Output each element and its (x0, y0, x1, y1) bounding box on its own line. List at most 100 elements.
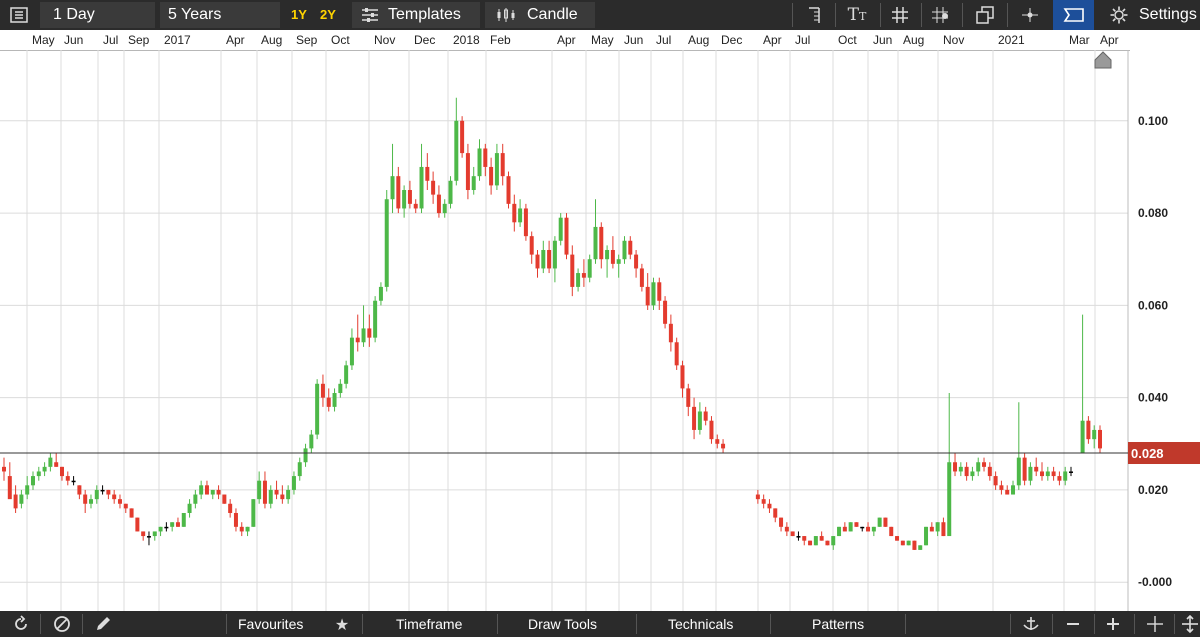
candle-body (245, 526, 250, 532)
crosshair-toggle-icon[interactable] (1144, 614, 1166, 634)
candle-body (436, 194, 441, 214)
candle (953, 453, 958, 477)
candle-body (286, 489, 291, 500)
x-tick-label: 2017 (164, 33, 191, 47)
star-icon[interactable]: ★ (332, 614, 352, 634)
candle-body (779, 517, 784, 527)
candle-body (599, 226, 604, 260)
candle (674, 337, 679, 370)
candle-body (361, 328, 366, 343)
menu-icon[interactable] (8, 5, 30, 25)
timeframe-button[interactable]: Timeframe (396, 611, 462, 637)
range-selector[interactable]: 5 Years (160, 2, 280, 28)
zoom-out-icon[interactable] (1062, 614, 1084, 634)
candle (964, 462, 969, 481)
candle-body (773, 508, 778, 518)
candle (906, 540, 911, 546)
candle (146, 531, 151, 546)
windows-icon[interactable] (973, 4, 997, 26)
candle (692, 397, 697, 440)
x-tick-label: Dec (414, 33, 436, 47)
candle-body (900, 540, 905, 546)
candle-body (1011, 485, 1016, 495)
candle (48, 453, 53, 472)
font-icon[interactable]: TT (843, 4, 871, 26)
grid-icon[interactable] (888, 4, 912, 26)
candle-body (2, 466, 6, 472)
candle-body (187, 503, 192, 513)
label-tool-active[interactable] (1053, 0, 1094, 30)
candle-body (1086, 420, 1091, 440)
x-tick-label: Sep (296, 33, 318, 47)
candle (396, 166, 401, 214)
text-size-icon[interactable] (803, 4, 825, 26)
candle-body (674, 342, 679, 366)
candle-body (454, 120, 459, 181)
candle-body (535, 254, 540, 269)
candle (19, 489, 24, 509)
interval-selector[interactable]: 1 Day (40, 2, 155, 28)
zoom-in-icon[interactable] (1102, 614, 1124, 634)
anchor-icon[interactable] (1020, 614, 1042, 634)
candle (152, 531, 157, 541)
candle (506, 171, 511, 209)
technicals-button[interactable]: Technicals (668, 611, 733, 637)
quick-range-1y[interactable]: 1Y (291, 0, 307, 30)
candle (170, 522, 175, 532)
templates-label: Templates (388, 6, 461, 23)
fit-screen-icon[interactable] (1180, 614, 1200, 634)
candle-body (970, 471, 975, 477)
candle (500, 143, 505, 186)
candle-body (106, 489, 111, 495)
patterns-button[interactable]: Patterns (812, 611, 864, 637)
refresh-icon[interactable] (10, 614, 32, 634)
candle-body (953, 462, 958, 472)
candle (460, 116, 465, 158)
chart-type-selector[interactable]: Candle (485, 2, 595, 28)
candle (993, 471, 998, 490)
candle (576, 268, 581, 292)
x-tick-label: Feb (490, 33, 511, 47)
candle-body (19, 494, 24, 504)
candle (773, 508, 778, 523)
favourites-button[interactable]: Favourites (238, 611, 303, 637)
crosshair-grid-icon[interactable] (929, 4, 953, 26)
templates-button[interactable]: Templates (352, 2, 480, 28)
candle-body (460, 120, 465, 154)
candle (7, 462, 12, 500)
candle-body (13, 494, 18, 509)
x-tick-label: Jun (624, 33, 644, 47)
candle (164, 522, 169, 532)
candle-body (1080, 420, 1085, 454)
candle-body (378, 286, 383, 301)
settings-icon[interactable] (1108, 5, 1130, 25)
candle (1022, 453, 1027, 486)
x-tick-label: Dec (721, 33, 743, 47)
candle-body (30, 476, 35, 486)
candle (518, 199, 523, 227)
candle (141, 531, 146, 541)
pencil-icon[interactable] (92, 614, 114, 634)
candle-body (297, 462, 302, 477)
price-chart[interactable]: 0.100 0.080 0.060 0.040 0.020 -0.000 0.028 (0, 50, 1200, 611)
x-tick-label: Nov (374, 33, 396, 47)
candle (877, 517, 882, 527)
candle (71, 476, 76, 486)
candle-body (871, 526, 876, 532)
settings-label[interactable]: Settings (1139, 0, 1197, 30)
candle (889, 526, 894, 537)
candle-body (831, 536, 836, 546)
candle-body (1051, 471, 1056, 477)
candle (1098, 425, 1102, 454)
quick-range-2y[interactable]: 2Y (320, 0, 336, 30)
crosshair-icon[interactable] (1018, 4, 1042, 26)
candle-body (291, 476, 296, 490)
draw-tools-button[interactable]: Draw Tools (528, 611, 597, 637)
candle (367, 314, 372, 347)
candle-body (1057, 476, 1062, 481)
candle-body (494, 153, 499, 186)
candle (454, 97, 459, 186)
candle-body (790, 531, 795, 537)
candle (349, 328, 354, 370)
clear-icon[interactable] (51, 614, 73, 634)
